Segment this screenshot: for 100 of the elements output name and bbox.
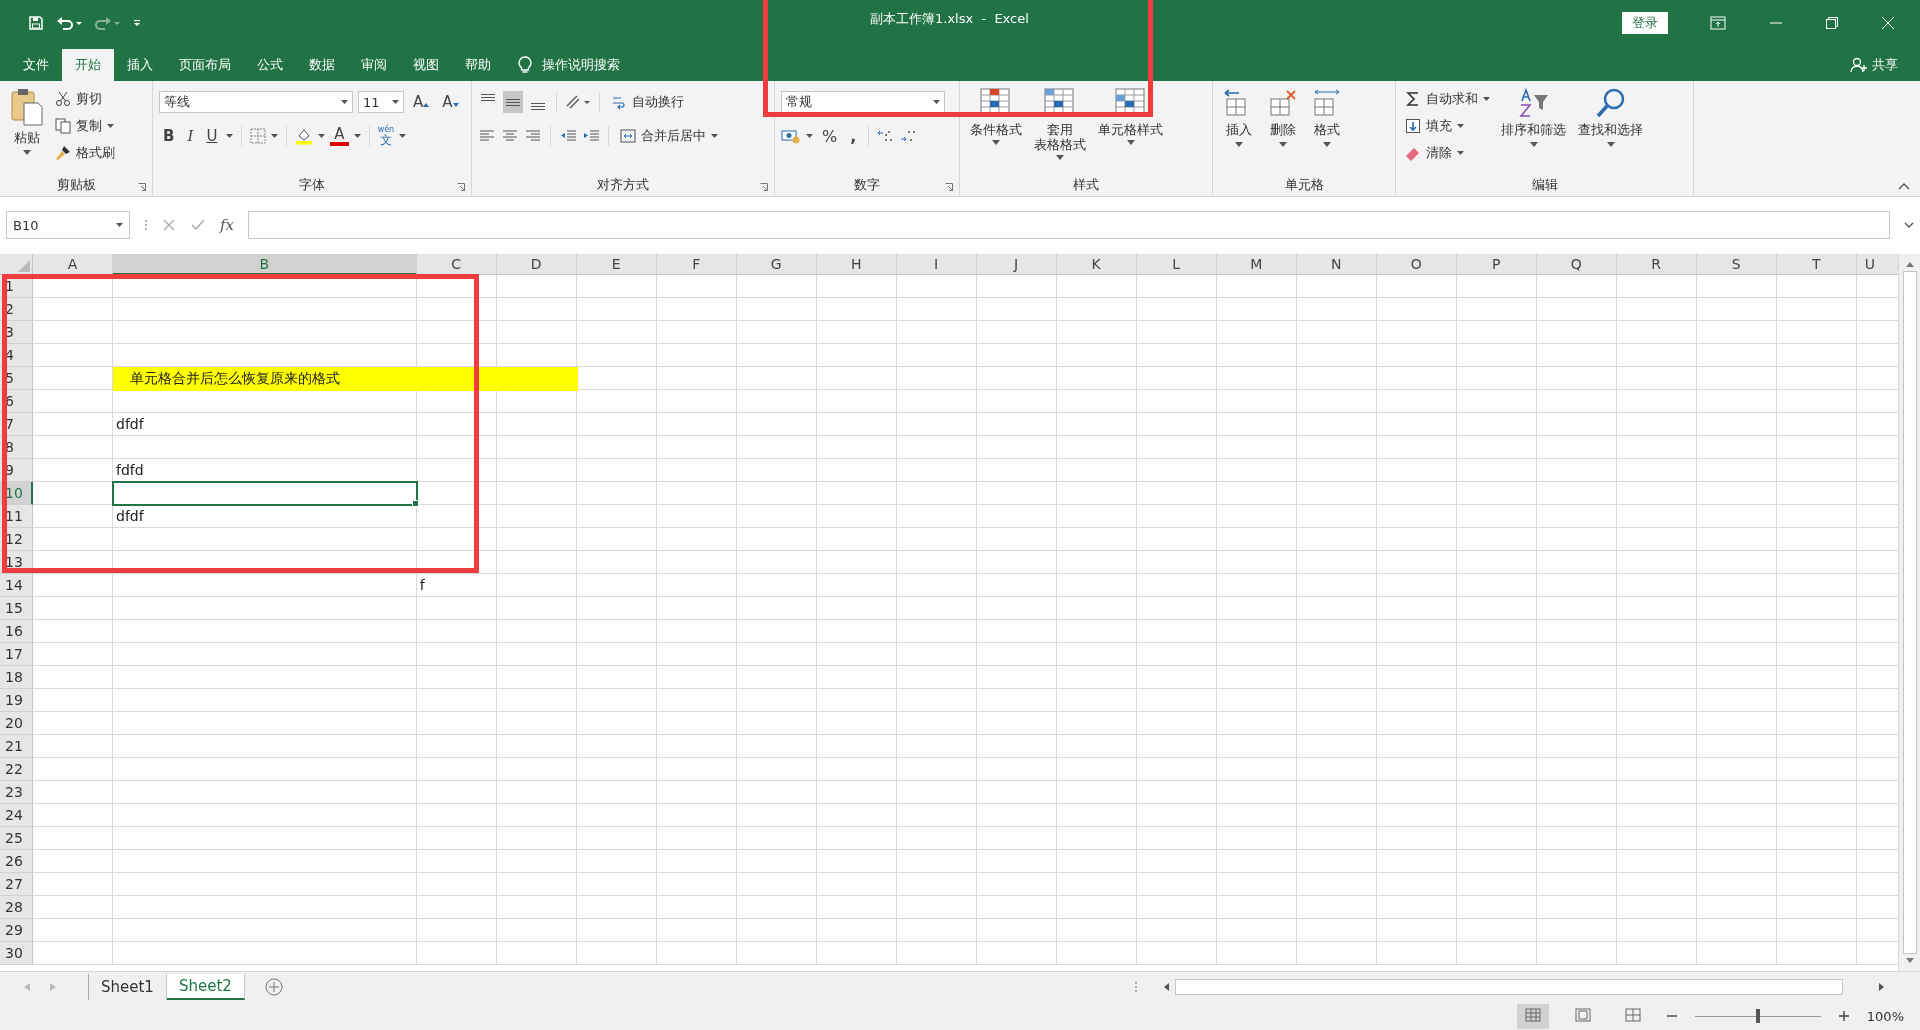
dialog-launcher-icon[interactable] xyxy=(138,183,146,191)
increase-indent-icon[interactable] xyxy=(582,128,600,144)
close-icon[interactable] xyxy=(1882,16,1894,29)
font-style-button[interactable]: I xyxy=(183,127,198,145)
fill-color-icon[interactable] xyxy=(295,127,314,145)
editing-large-command[interactable]: 排序和筛选 xyxy=(1497,87,1570,147)
align-center-icon[interactable] xyxy=(501,128,519,144)
collapse-ribbon-icon[interactable] xyxy=(1898,182,1910,190)
phonetic-guide-button[interactable]: wén 文 xyxy=(377,126,395,146)
tell-me-search[interactable]: 操作说明搜索 xyxy=(518,49,620,81)
column-header[interactable]: T xyxy=(1776,254,1857,275)
column-header[interactable]: A xyxy=(33,254,113,275)
ribbon-tab[interactable]: 审阅 xyxy=(348,49,400,81)
text-angle-icon[interactable] xyxy=(565,94,591,110)
scroll-right-icon[interactable] xyxy=(1879,983,1884,991)
align-left-icon[interactable] xyxy=(478,128,496,144)
column-header[interactable]: J xyxy=(976,254,1057,275)
scroll-left-icon[interactable] xyxy=(1164,983,1169,991)
column-header[interactable]: B xyxy=(113,254,417,275)
save-icon[interactable] xyxy=(28,14,44,31)
percent-button[interactable]: % xyxy=(818,126,842,146)
row-header[interactable]: 14 xyxy=(0,574,33,597)
column-header[interactable]: R xyxy=(1616,254,1697,275)
column-header[interactable]: E xyxy=(576,254,657,275)
column-header[interactable]: F xyxy=(656,254,737,275)
clipboard-command[interactable]: 格式刷 xyxy=(52,141,118,165)
font-size-field[interactable]: 11 xyxy=(358,91,404,113)
ribbon-tab[interactable]: 开始 xyxy=(62,49,114,81)
formula-input[interactable] xyxy=(248,211,1890,239)
borders-icon[interactable] xyxy=(250,128,267,144)
sheet-tab[interactable]: Sheet2 xyxy=(166,974,245,1000)
column-header[interactable]: H xyxy=(816,254,897,275)
zoom-slider-thumb[interactable] xyxy=(1755,1009,1760,1023)
enter-icon[interactable] xyxy=(190,218,206,232)
column-header[interactable]: K xyxy=(1056,254,1137,275)
row-header[interactable]: 18 xyxy=(0,666,33,689)
name-box[interactable]: B10 xyxy=(6,211,130,239)
wrap-text-button[interactable]: 自动换行 xyxy=(608,90,687,114)
ribbon-tab[interactable]: 公式 xyxy=(244,49,296,81)
vertical-scrollbar[interactable] xyxy=(1898,254,1920,971)
row-header[interactable]: 19 xyxy=(0,689,33,712)
row-header[interactable]: 20 xyxy=(0,712,33,735)
sheet-tab[interactable]: Sheet1 xyxy=(89,974,167,1000)
scroll-up-icon[interactable] xyxy=(1905,262,1914,267)
dialog-launcher-icon[interactable] xyxy=(457,183,465,191)
clipboard-command[interactable]: 剪切 xyxy=(52,87,118,111)
ribbon-tab[interactable]: 数据 xyxy=(296,49,348,81)
column-header[interactable]: O xyxy=(1376,254,1457,275)
merge-center-button[interactable]: 合并后居中 xyxy=(617,124,721,148)
row-header[interactable]: 28 xyxy=(0,896,33,919)
style-command[interactable]: 套用 表格格式 xyxy=(1030,87,1090,160)
style-command[interactable]: 单元格样式 xyxy=(1094,87,1167,145)
style-command[interactable]: 条件格式 xyxy=(966,87,1026,145)
editing-large-command[interactable]: 查找和选择 xyxy=(1574,87,1647,147)
cancel-icon[interactable] xyxy=(162,218,176,232)
zoom-in-icon[interactable] xyxy=(1838,1011,1849,1021)
row-header[interactable]: 29 xyxy=(0,919,33,942)
column-header[interactable]: I xyxy=(896,254,977,275)
column-header[interactable]: L xyxy=(1136,254,1217,275)
login-button[interactable]: 登录 xyxy=(1622,11,1668,34)
column-header[interactable]: U xyxy=(1856,254,1898,275)
row-header[interactable]: 26 xyxy=(0,850,33,873)
column-header[interactable]: D xyxy=(496,254,577,275)
column-header[interactable]: N xyxy=(1296,254,1377,275)
row-header[interactable]: 24 xyxy=(0,804,33,827)
expand-icon[interactable] xyxy=(1904,222,1914,228)
zoom-level[interactable]: 100% xyxy=(1866,1008,1904,1024)
font-name-field[interactable]: 等线 xyxy=(159,91,353,113)
editing-command[interactable]: 清除 xyxy=(1402,141,1493,165)
row-header[interactable]: 25 xyxy=(0,827,33,850)
view-button[interactable] xyxy=(1516,1003,1549,1029)
editing-command[interactable]: 自动求和 xyxy=(1402,87,1493,111)
row-header[interactable]: 30 xyxy=(0,942,33,965)
ribbon-display-icon[interactable] xyxy=(1710,15,1726,30)
font-style-button[interactable]: B xyxy=(159,127,179,145)
align-right-icon[interactable] xyxy=(524,128,542,144)
row-header[interactable]: 17 xyxy=(0,643,33,666)
ribbon-tab[interactable]: 文件 xyxy=(10,49,62,81)
column-header[interactable]: P xyxy=(1456,254,1537,275)
currency-icon[interactable] xyxy=(781,128,801,144)
dialog-launcher-icon[interactable] xyxy=(945,183,953,191)
customize-icon[interactable] xyxy=(132,17,142,28)
number-format-field[interactable]: 常规 xyxy=(781,91,945,113)
column-header[interactable]: C xyxy=(416,254,497,275)
clipboard-command[interactable]: 复制 xyxy=(52,114,118,138)
scroll-down-icon[interactable] xyxy=(1905,958,1914,963)
row-header[interactable]: 16 xyxy=(0,620,33,643)
decrease-indent-icon[interactable] xyxy=(559,128,577,144)
select-all-corner[interactable] xyxy=(0,254,33,275)
cells-command[interactable]: 删除 xyxy=(1263,87,1303,147)
grow-font-button[interactable]: A xyxy=(409,93,434,111)
add-sheet-icon[interactable] xyxy=(264,978,283,996)
comma-button[interactable]: , xyxy=(846,126,861,146)
row-header[interactable]: 27 xyxy=(0,873,33,896)
column-header[interactable]: M xyxy=(1216,254,1297,275)
font-color-button[interactable]: A xyxy=(330,126,349,146)
font-style-button[interactable]: U xyxy=(202,127,222,145)
cells-command[interactable]: 格式 xyxy=(1307,87,1347,147)
undo-icon[interactable] xyxy=(56,14,82,31)
row-header[interactable]: 23 xyxy=(0,781,33,804)
